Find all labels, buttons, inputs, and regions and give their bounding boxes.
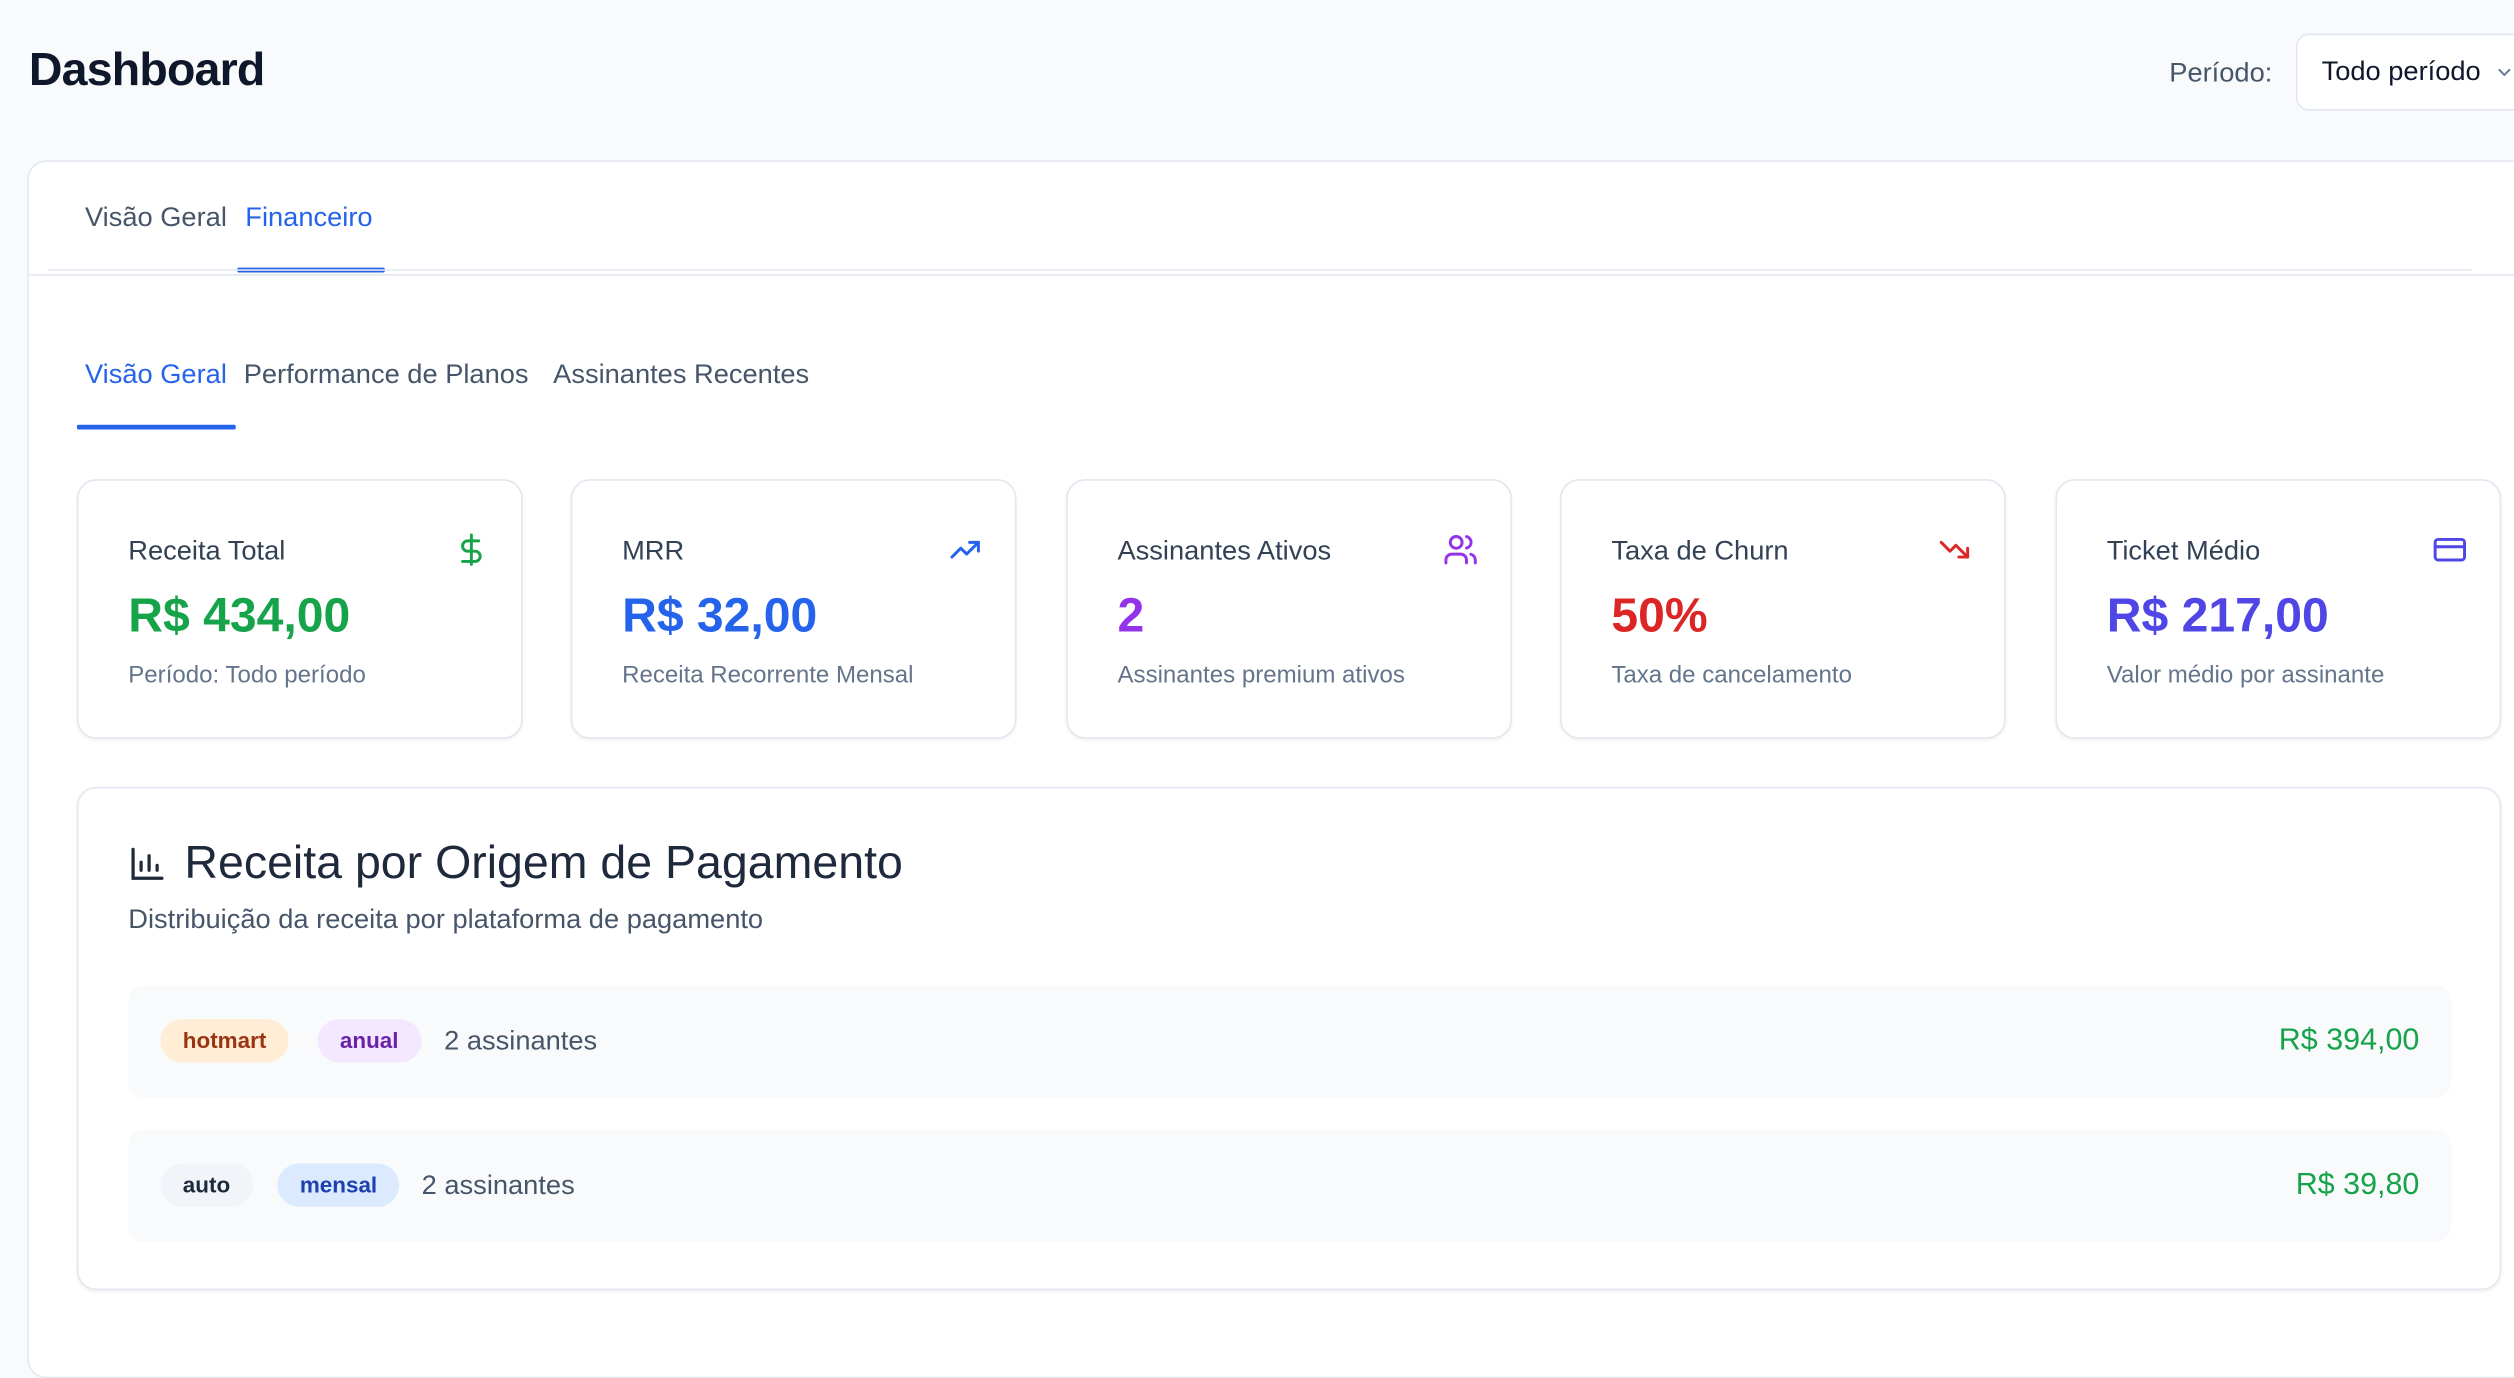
kpi-subtitle: Valor médio por assinante <box>2106 661 2385 690</box>
kpi-subtitle: Período: Todo período <box>128 661 366 690</box>
trending-up-icon <box>950 540 980 559</box>
dashboard-page: Dashboard Período: Todo período Visão Ge… <box>0 0 2514 1378</box>
kpi-value: 2 <box>1117 589 1145 643</box>
kpi-value: R$ 434,00 <box>128 589 351 643</box>
subtab-performance-planos[interactable]: Performance de Planos <box>244 359 529 391</box>
kpi-card-assinantes-ativos: Assinantes Ativos 2 Assinantes premium a… <box>1066 479 1512 739</box>
period-select[interactable]: Todo período <box>2295 33 2514 111</box>
kpi-title: Receita Total <box>128 535 286 566</box>
source-badge: hotmart <box>160 1019 289 1063</box>
revenue-amount: R$ 394,00 <box>2278 1024 2420 1058</box>
revenue-amount: R$ 39,80 <box>2295 1168 2420 1202</box>
subscriber-count: 2 assinantes <box>421 1169 575 1201</box>
trending-down-icon <box>1939 540 1970 559</box>
subtab-assinantes-recentes[interactable]: Assinantes Recentes <box>553 359 809 391</box>
revenue-row: auto mensal 2 assinantes R$ 39,80 <box>128 1129 2452 1243</box>
kpi-title: Assinantes Ativos <box>1117 535 1332 566</box>
kpi-value: 50% <box>1611 589 1708 643</box>
bar-chart-icon <box>131 847 164 880</box>
kpi-title: Taxa de Churn <box>1611 535 1789 566</box>
kpi-card-receita-total: Receita Total R$ 434,00 Período: Todo pe… <box>76 479 523 739</box>
kpi-value: R$ 217,00 <box>2106 589 2329 643</box>
revenue-card-title: Receita por Origem de Pagamento <box>184 838 903 890</box>
active-subtab-indicator <box>76 424 236 430</box>
period-select-value: Todo período <box>2321 56 2481 87</box>
revenue-row: hotmart anual 2 assinantes R$ 394,00 <box>128 985 2452 1098</box>
plan-badge: mensal <box>277 1163 400 1207</box>
page-title: Dashboard <box>28 44 265 97</box>
subscriber-count: 2 assinantes <box>444 1025 598 1057</box>
subtab-visao-geral[interactable]: Visão Geral <box>85 359 227 391</box>
kpi-card-ticket-medio: Ticket Médio R$ 217,00 Valor médio por a… <box>2055 479 2502 739</box>
kpi-card-taxa-churn: Taxa de Churn 50% Taxa de cancelamento <box>1560 479 2006 739</box>
kpi-value: R$ 32,00 <box>622 589 818 643</box>
users-icon <box>1444 535 1477 565</box>
chevron-down-icon <box>2498 68 2512 77</box>
revenue-by-origin-card: Receita por Origem de Pagamento Distribu… <box>76 786 2502 1291</box>
plan-badge: anual <box>317 1019 421 1063</box>
source-badge: auto <box>160 1163 253 1207</box>
credit-card-icon <box>2433 537 2467 562</box>
kpi-card-mrr: MRR R$ 32,00 Receita Recorrente Mensal <box>570 479 1017 739</box>
dollar-icon <box>461 533 482 566</box>
kpi-title: MRR <box>622 535 685 566</box>
sub-tabs <box>48 160 2473 271</box>
revenue-card-subtitle: Distribuição da receita por plataforma d… <box>128 903 764 935</box>
kpi-title: Ticket Médio <box>2106 535 2261 566</box>
kpi-subtitle: Taxa de cancelamento <box>1611 661 1852 690</box>
kpi-subtitle: Receita Recorrente Mensal <box>622 661 914 690</box>
period-label: Período: <box>2169 57 2273 89</box>
kpi-subtitle: Assinantes premium ativos <box>1117 661 1405 690</box>
